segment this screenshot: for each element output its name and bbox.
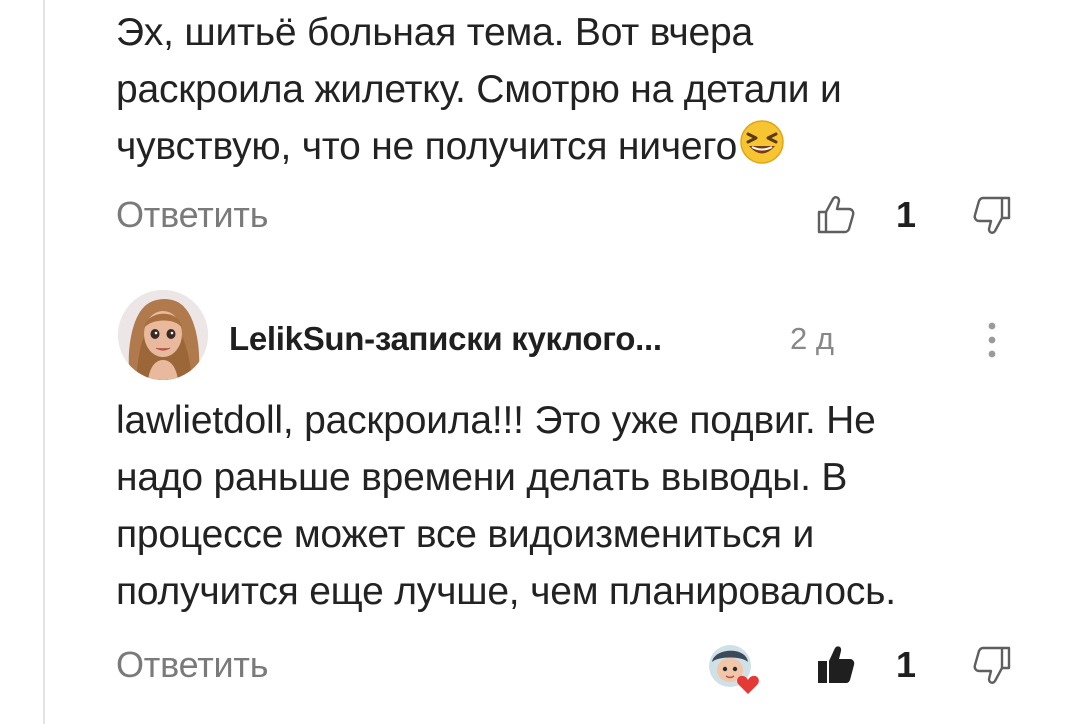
laughing-squint-emoji bbox=[740, 120, 784, 164]
thumbs-up-icon[interactable] bbox=[814, 642, 858, 686]
avatar[interactable] bbox=[118, 290, 208, 380]
comment-body: Эх, шитьё больная тема. Вот вчера раскро… bbox=[116, 4, 1016, 175]
more-vertical-icon[interactable] bbox=[975, 318, 1009, 362]
comment-actions: Ответить 1 bbox=[0, 636, 1080, 696]
comment-line: процессе может все видоизмениться и bbox=[116, 513, 815, 556]
thumbs-up-icon[interactable] bbox=[814, 192, 858, 236]
comment-line-text: чувствую, что не получится ничего bbox=[116, 125, 738, 168]
comment-line: чувствую, что не получится ничего bbox=[116, 118, 1016, 175]
comment-line: получится еще лучше, чем планировалось. bbox=[116, 570, 896, 613]
like-count: 1 bbox=[896, 644, 917, 685]
avatar-image bbox=[118, 290, 208, 380]
comment-line: раскроила жилетку. Смотрю на детали и bbox=[116, 68, 842, 111]
thumbs-down-icon[interactable] bbox=[970, 194, 1014, 238]
thumbs-down-icon[interactable] bbox=[970, 644, 1014, 688]
comment-actions: Ответить 1 bbox=[0, 186, 1080, 246]
comment-line: надо раньше времени делать выводы. В bbox=[116, 456, 848, 499]
comment-body: lawlietdoll, раскроила!!! Это уже подвиг… bbox=[116, 392, 1016, 620]
comment-line: lawlietdoll, раскроила!!! Это уже подвиг… bbox=[116, 399, 876, 442]
like-count: 1 bbox=[896, 194, 917, 235]
creator-heart-icon bbox=[709, 645, 759, 694]
comment-line: Эх, шитьё больная тема. Вот вчера bbox=[116, 11, 753, 54]
reply-button[interactable]: Ответить bbox=[116, 194, 268, 236]
reply-button[interactable]: Ответить bbox=[116, 644, 268, 686]
comment-time: 2 д bbox=[790, 321, 834, 356]
author-name[interactable]: LelikSun-записки куклого... bbox=[229, 320, 662, 358]
comment-header: LelikSun-записки куклого... 2 д bbox=[0, 290, 1080, 390]
